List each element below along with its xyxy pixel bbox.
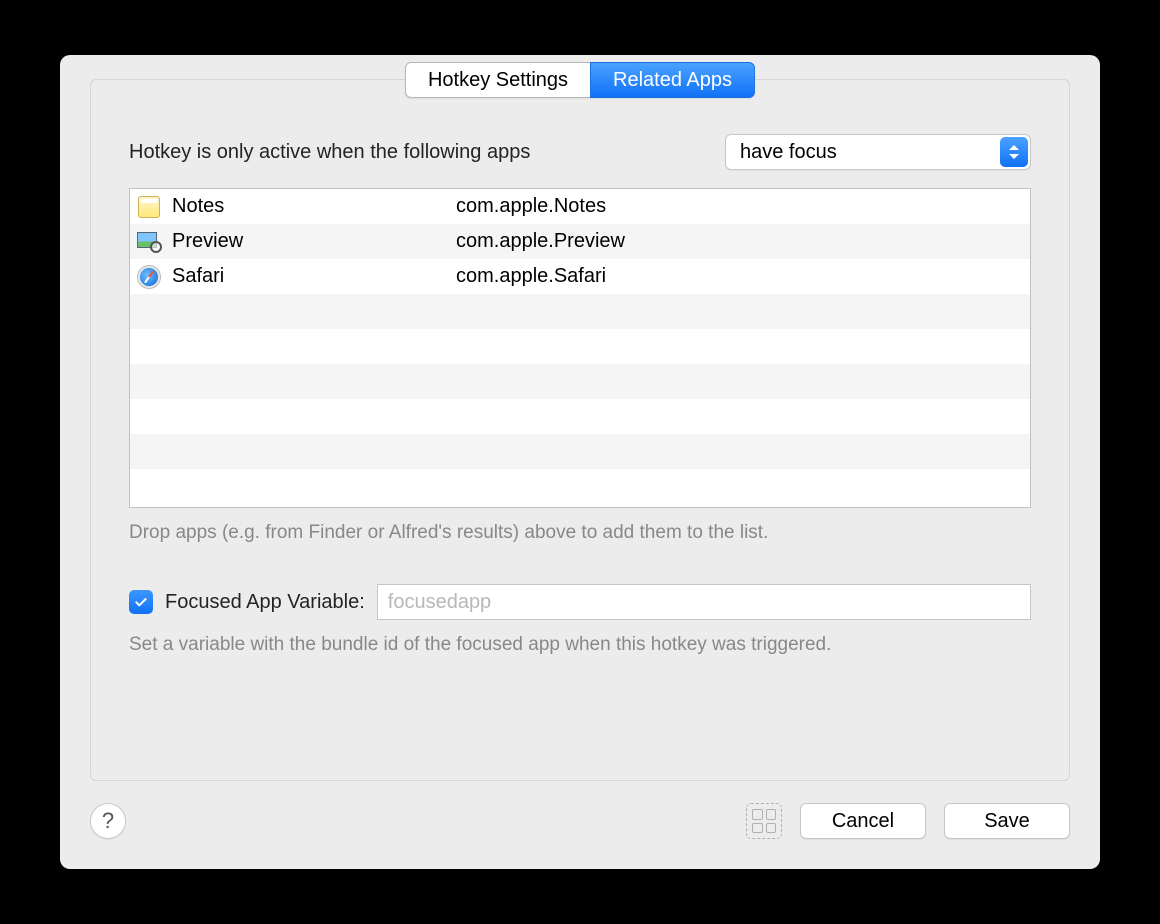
help-button[interactable]: ? xyxy=(90,803,126,839)
notes-app-icon xyxy=(136,194,162,220)
focused-app-variable-row: Focused App Variable: xyxy=(129,584,1031,620)
checkmark-icon xyxy=(133,594,149,610)
focused-app-variable-label: Focused App Variable: xyxy=(165,591,365,614)
focused-app-variable-help: Set a variable with the bundle id of the… xyxy=(129,634,1031,656)
table-row-empty xyxy=(130,294,1030,329)
focused-app-variable-checkbox[interactable] xyxy=(129,590,153,614)
related-apps-panel: Hotkey Settings Related Apps Hotkey is o… xyxy=(90,79,1070,781)
app-bundle-id: com.apple.Notes xyxy=(456,195,1030,218)
cancel-button[interactable]: Cancel xyxy=(800,803,926,839)
table-row[interactable]: Notescom.apple.Notes xyxy=(130,189,1030,224)
table-row-empty xyxy=(130,364,1030,399)
focus-condition-label: Hotkey is only active when the following… xyxy=(129,141,530,164)
safari-app-icon xyxy=(136,264,162,290)
stepper-icon xyxy=(1000,137,1028,167)
preferences-window: Hotkey Settings Related Apps Hotkey is o… xyxy=(60,55,1100,869)
table-row-empty xyxy=(130,329,1030,364)
preview-app-icon xyxy=(136,229,162,255)
app-name: Preview xyxy=(172,230,456,253)
table-row-empty xyxy=(130,399,1030,434)
dialog-footer: ? Cancel Save xyxy=(90,803,1070,839)
table-row-empty xyxy=(130,434,1030,469)
drop-hint-text: Drop apps (e.g. from Finder or Alfred's … xyxy=(129,522,1031,544)
tab-related-apps[interactable]: Related Apps xyxy=(590,62,755,98)
focus-condition-select[interactable]: have focus xyxy=(725,134,1031,170)
tab-bar: Hotkey Settings Related Apps xyxy=(405,62,755,98)
workflow-object-icon[interactable] xyxy=(746,803,782,839)
app-name: Safari xyxy=(172,265,456,288)
table-row[interactable]: Previewcom.apple.Preview xyxy=(130,224,1030,259)
tab-hotkey-settings[interactable]: Hotkey Settings xyxy=(405,62,590,98)
table-row[interactable]: Safaricom.apple.Safari xyxy=(130,259,1030,294)
app-bundle-id: com.apple.Preview xyxy=(456,230,1030,253)
app-bundle-id: com.apple.Safari xyxy=(456,265,1030,288)
focused-app-variable-input[interactable] xyxy=(377,584,1031,620)
save-button[interactable]: Save xyxy=(944,803,1070,839)
app-name: Notes xyxy=(172,195,456,218)
focus-condition-row: Hotkey is only active when the following… xyxy=(129,134,1031,170)
focus-condition-value: have focus xyxy=(740,141,837,164)
table-row-empty xyxy=(130,469,1030,504)
related-apps-table[interactable]: Notescom.apple.NotesPreviewcom.apple.Pre… xyxy=(129,188,1031,508)
